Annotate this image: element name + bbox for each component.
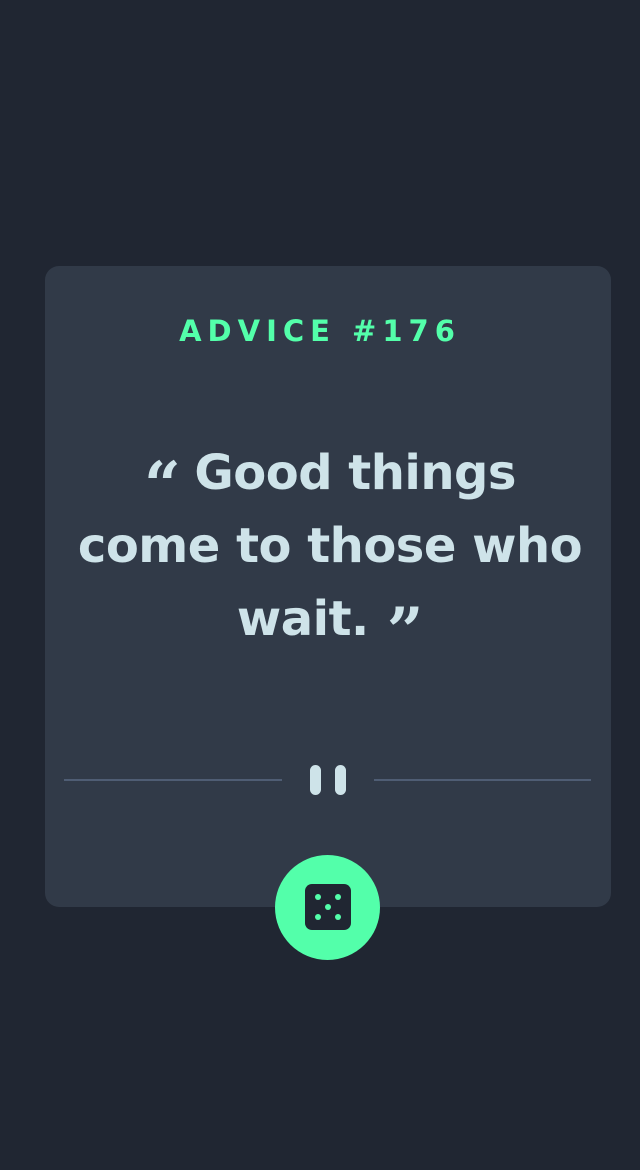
new-advice-button[interactable]	[275, 855, 380, 960]
pause-bar-left	[310, 765, 321, 795]
open-quote-icon: “	[144, 448, 181, 523]
advice-quote: “Good things come to those who wait.”	[65, 437, 595, 664]
close-quote-icon: ”	[386, 594, 424, 669]
dice-dot	[335, 914, 341, 920]
advice-title: ADVICE #176	[179, 314, 461, 348]
dice-dot	[335, 894, 341, 900]
divider-line-right	[374, 779, 591, 781]
pause-bar-right	[335, 765, 346, 795]
dice-icon	[305, 884, 351, 930]
dice-dot	[325, 904, 331, 910]
dice-dot	[315, 894, 321, 900]
dice-dot	[315, 914, 321, 920]
divider-line-left	[64, 779, 282, 781]
